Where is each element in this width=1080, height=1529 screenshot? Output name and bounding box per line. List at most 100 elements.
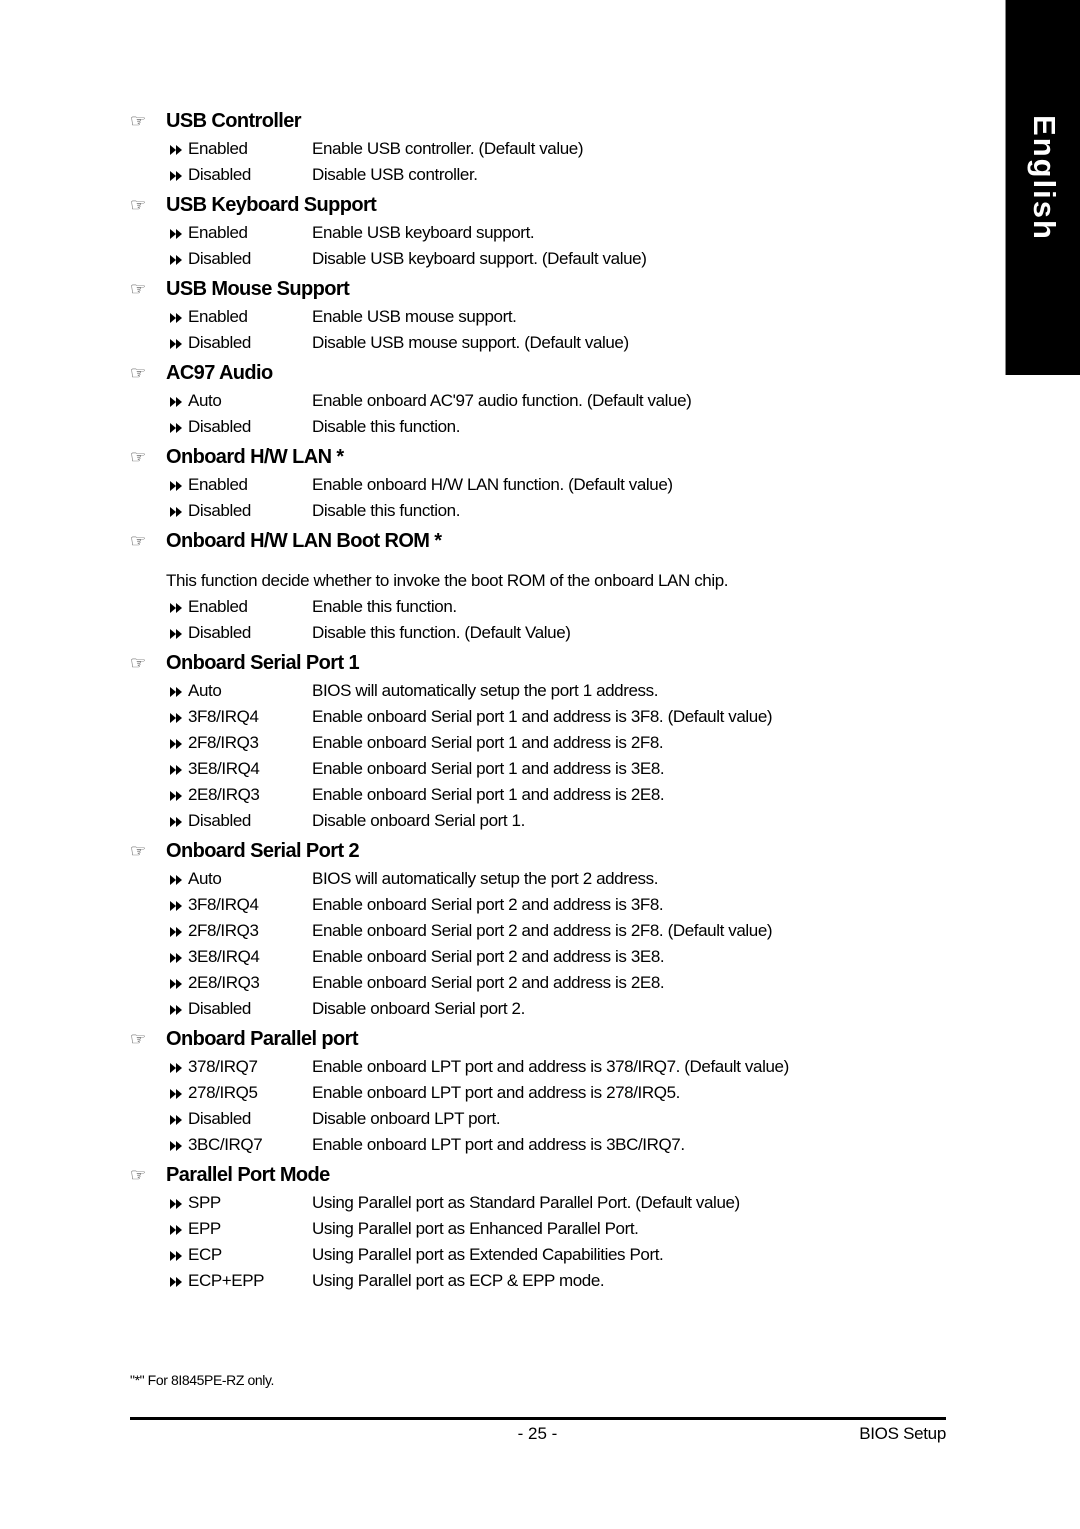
option-value: Enabled — [188, 139, 248, 158]
option-value: 378/IRQ7 — [188, 1057, 258, 1076]
bios-setting-section: ☞ Onboard Serial Port 2 Auto BIOS will auto… — [130, 836, 950, 1022]
option-value: 2F8/IRQ3 — [188, 733, 259, 752]
double-arrow-icon — [170, 791, 184, 801]
option-description: Enable onboard Serial port 1 and address… — [312, 759, 665, 778]
option-value: 3F8/IRQ4 — [188, 895, 259, 914]
option-description: Using Parallel port as Enhanced Parallel… — [312, 1219, 639, 1238]
double-arrow-icon — [170, 229, 184, 239]
option-value: 3E8/IRQ4 — [188, 759, 260, 778]
setting-title: AC97 Audio — [166, 362, 273, 384]
pointing-hand-icon: ☞ — [130, 841, 146, 861]
bios-setting-section: ☞ USB Keyboard Support Enabled Enable USB k… — [130, 190, 950, 272]
setting-title: Onboard H/W LAN * — [166, 446, 344, 468]
double-arrow-icon — [170, 1277, 184, 1287]
option-row: Disabled Disable onboard Serial port 1. — [130, 808, 950, 834]
option-row: 3E8/IRQ4 Enable onboard Serial port 2 and… — [130, 944, 950, 970]
language-tab-label: English — [1026, 115, 1062, 241]
setting-heading: ☞ AC97 Audio — [130, 358, 950, 388]
double-arrow-icon — [170, 687, 184, 697]
option-row: Disabled Disable onboard Serial port 2. — [130, 996, 950, 1022]
bios-setting-section: ☞ Onboard H/W LAN Boot ROM * This function… — [130, 526, 950, 646]
double-arrow-icon — [170, 979, 184, 989]
double-arrow-icon — [170, 339, 184, 349]
double-arrow-icon — [170, 313, 184, 323]
option-description: Disable USB controller. — [312, 165, 478, 184]
option-description: Enable onboard LPT port and address is 3… — [312, 1135, 685, 1154]
double-arrow-icon — [170, 481, 184, 491]
double-arrow-icon — [170, 629, 184, 639]
option-description: Disable USB mouse support. (Default valu… — [312, 333, 629, 352]
option-description: Enable USB keyboard support. — [312, 223, 535, 242]
option-row: Disabled Disable this function. — [130, 414, 950, 440]
double-arrow-icon — [170, 255, 184, 265]
option-row: 2F8/IRQ3 Enable onboard Serial port 2 and… — [130, 918, 950, 944]
option-value: 278/IRQ5 — [188, 1083, 258, 1102]
setting-heading: ☞ Onboard Serial Port 2 — [130, 836, 950, 866]
setting-heading: ☞ Onboard Serial Port 1 — [130, 648, 950, 678]
option-row: Disabled Disable USB controller. — [130, 162, 950, 188]
option-row: 378/IRQ7 Enable onboard LPT port and addr… — [130, 1054, 950, 1080]
option-row: Enabled Enable USB mouse support. — [130, 304, 950, 330]
double-arrow-icon — [170, 739, 184, 749]
option-value: Enabled — [188, 223, 248, 242]
option-description: Enable onboard Serial port 2 and address… — [312, 947, 665, 966]
option-row: Disabled Disable onboard LPT port. — [130, 1106, 950, 1132]
option-row: 3F8/IRQ4 Enable onboard Serial port 1 and… — [130, 704, 950, 730]
setting-heading: ☞ Onboard H/W LAN * — [130, 442, 950, 472]
option-row: 3E8/IRQ4 Enable onboard Serial port 1 and… — [130, 756, 950, 782]
option-value: Disabled — [188, 999, 251, 1018]
double-arrow-icon — [170, 171, 184, 181]
bios-setting-section: ☞ Onboard Parallel port 378/IRQ7 Enable onb… — [130, 1024, 950, 1158]
option-description: Disable this function. (Default Value) — [312, 623, 571, 642]
setting-heading: ☞ Onboard Parallel port — [130, 1024, 950, 1054]
setting-heading: ☞ Onboard H/W LAN Boot ROM * — [130, 526, 950, 556]
option-description: Disable USB keyboard support. (Default v… — [312, 249, 647, 268]
pointing-hand-icon: ☞ — [130, 363, 146, 383]
bios-setting-section: ☞ Parallel Port Mode SPP Using Parallel por… — [130, 1160, 950, 1294]
option-row: 278/IRQ5 Enable onboard LPT port and addr… — [130, 1080, 950, 1106]
option-row: Enabled Enable USB keyboard support. — [130, 220, 950, 246]
double-arrow-icon — [170, 765, 184, 775]
option-row: Disabled Disable USB keyboard support. (D… — [130, 246, 950, 272]
option-description: Disable this function. — [312, 501, 461, 520]
option-description: Disable onboard Serial port 2. — [312, 999, 525, 1018]
double-arrow-icon — [170, 1199, 184, 1209]
pointing-hand-icon: ☞ — [130, 653, 146, 673]
setting-title: Parallel Port Mode — [166, 1164, 330, 1186]
option-value: 2E8/IRQ3 — [188, 973, 260, 992]
option-description: Enable onboard Serial port 1 and address… — [312, 785, 665, 804]
option-row: Disabled Disable this function. (Default … — [130, 620, 950, 646]
option-value: Enabled — [188, 597, 248, 616]
double-arrow-icon — [170, 1089, 184, 1099]
option-description: Using Parallel port as ECP & EPP mode. — [312, 1271, 605, 1290]
option-row: ECP Using Parallel port as Extended Capab… — [130, 1242, 950, 1268]
option-description: Disable onboard LPT port. — [312, 1109, 501, 1128]
option-value: Auto — [188, 869, 222, 888]
pointing-hand-icon: ☞ — [130, 111, 146, 131]
document-title: BIOS Setup — [859, 1424, 946, 1443]
pointing-hand-icon: ☞ — [130, 279, 146, 299]
option-description: Using Parallel port as Extended Capabili… — [312, 1245, 664, 1264]
option-value: EPP — [188, 1219, 221, 1238]
option-value: Enabled — [188, 307, 248, 326]
option-description: Using Parallel port as Standard Parallel… — [312, 1193, 740, 1212]
option-value: 3F8/IRQ4 — [188, 707, 259, 726]
option-row: 2E8/IRQ3 Enable onboard Serial port 1 and… — [130, 782, 950, 808]
option-description: Enable USB mouse support. — [312, 307, 517, 326]
option-value: 2F8/IRQ3 — [188, 921, 259, 940]
option-description: Enable onboard Serial port 2 and address… — [312, 895, 664, 914]
option-row: 2E8/IRQ3 Enable onboard Serial port 2 and… — [130, 970, 950, 996]
bios-setting-section: ☞ AC97 Audio Auto Enable onboard AC'97 audi… — [130, 358, 950, 440]
double-arrow-icon — [170, 927, 184, 937]
option-description: Enable onboard Serial port 1 and address… — [312, 733, 664, 752]
option-description: Disable onboard Serial port 1. — [312, 811, 525, 830]
double-arrow-icon — [170, 713, 184, 723]
double-arrow-icon — [170, 423, 184, 433]
option-description: Disable this function. — [312, 417, 461, 436]
pointing-hand-icon: ☞ — [130, 195, 146, 215]
language-tab: English — [1005, 0, 1080, 375]
bios-setting-section: ☞ USB Mouse Support Enabled Enable USB mous… — [130, 274, 950, 356]
setting-title: Onboard Parallel port — [166, 1028, 358, 1050]
double-arrow-icon — [170, 1115, 184, 1125]
option-row: Auto Enable onboard AC'97 audio function.… — [130, 388, 950, 414]
